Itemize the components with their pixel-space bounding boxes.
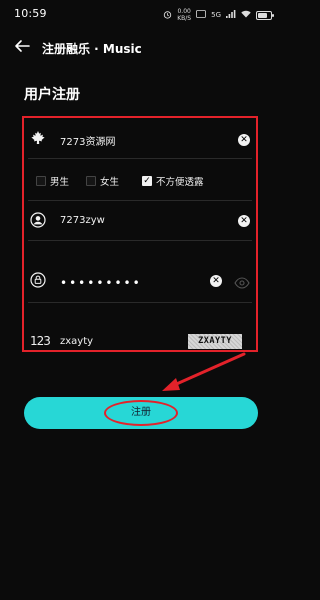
nickname-input[interactable]: 7273资源网 — [60, 133, 115, 148]
checkbox-female[interactable] — [86, 176, 96, 186]
password-input[interactable]: ••••••••• — [60, 276, 142, 290]
username-input[interactable]: 7273zyw — [60, 215, 105, 226]
clear-nickname-icon[interactable]: ✕ — [238, 134, 250, 146]
status-bar: 10:59 0.00 KB/S 5G — [0, 0, 282, 28]
gender-label-male: 男生 — [50, 177, 70, 188]
divider — [28, 200, 252, 201]
app-header: 注册融乐 · Music — [0, 32, 282, 62]
wifi-icon — [241, 10, 251, 20]
captcha-image[interactable]: ZXAYTY — [188, 334, 242, 349]
divider — [28, 240, 252, 241]
gender-option-female[interactable]: 女生 — [86, 174, 119, 188]
gender-label-female: 女生 — [100, 177, 120, 188]
status-icons: 0.00 KB/S 5G — [163, 8, 274, 22]
hd-icon — [196, 10, 207, 20]
speed-unit: KB/S — [177, 15, 192, 22]
captcha-icon-label: 123 — [30, 334, 51, 348]
network-speed: 0.00 KB/S — [177, 8, 191, 22]
page-title: 注册融乐 · Music — [42, 42, 142, 56]
gender-label-undisclosed: 不方便透露 — [156, 177, 204, 188]
user-icon — [30, 212, 46, 228]
register-button[interactable]: 注册 — [24, 397, 258, 429]
annotation-arrow-icon — [162, 352, 246, 391]
battery-icon — [256, 10, 274, 20]
speed-value: 0.00 — [177, 8, 191, 15]
gender-option-undisclosed[interactable]: ✓ 不方便透露 — [142, 174, 204, 188]
checkbox-male[interactable] — [36, 176, 46, 186]
lock-icon — [30, 272, 46, 288]
back-arrow-icon[interactable] — [14, 38, 30, 54]
maple-leaf-icon — [30, 130, 46, 146]
network-type: 5G — [211, 11, 221, 19]
registration-form: 7273资源网 ✕ 男生 女生 ✓ 不方便透露 7273zyw ✕ ••••••… — [22, 116, 258, 352]
divider — [28, 158, 252, 159]
status-time: 10:59 — [14, 7, 47, 20]
divider — [28, 302, 252, 303]
checkbox-undisclosed[interactable]: ✓ — [142, 176, 152, 186]
section-title: 用户注册 — [24, 87, 80, 103]
clear-username-icon[interactable]: ✕ — [238, 215, 250, 227]
alarm-icon — [163, 10, 172, 21]
clear-password-icon[interactable]: ✕ — [210, 275, 222, 287]
gender-option-male[interactable]: 男生 — [36, 174, 69, 188]
battery-fill — [258, 12, 267, 18]
captcha-input[interactable]: zxayty — [60, 336, 93, 347]
signal-icon — [226, 10, 236, 20]
eye-icon[interactable] — [234, 274, 250, 293]
